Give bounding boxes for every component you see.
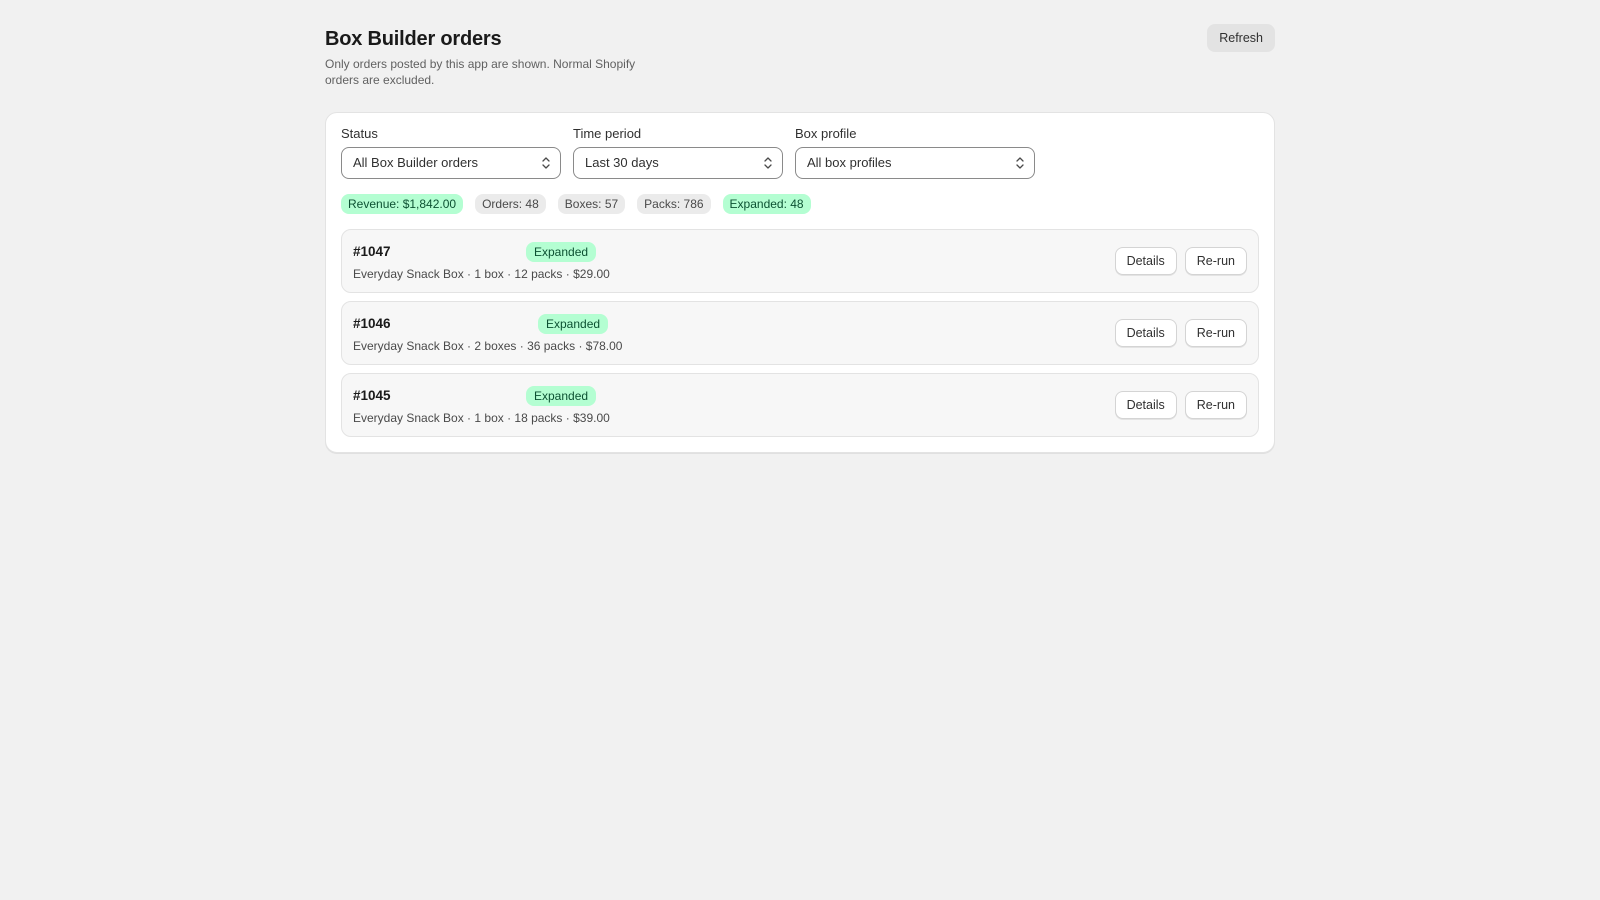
order-row: #1045 Expanded Everyday Snack Box · 1 bo…	[341, 373, 1259, 437]
box-profile-select-value: All box profiles	[807, 155, 892, 170]
order-row: #1047 Expanded Everyday Snack Box · 1 bo…	[341, 229, 1259, 293]
page-title: Box Builder orders	[325, 28, 502, 50]
order-summary: Everyday Snack Box · 2 boxes · 36 packs …	[353, 339, 623, 353]
order-number: #1045	[353, 388, 391, 403]
packs-count-chip: Packs: 786	[637, 194, 711, 214]
order-summary: Everyday Snack Box · 1 box · 12 packs · …	[353, 267, 610, 281]
page-header: Box Builder orders Only orders posted by…	[325, 22, 1275, 88]
boxes-count-chip: Boxes: 57	[557, 194, 626, 214]
order-actions: Details Re-run	[1114, 391, 1247, 419]
details-button[interactable]: Details	[1114, 247, 1177, 275]
expanded-count-chip: Expanded: 48	[722, 194, 811, 214]
order-actions: Details Re-run	[1114, 319, 1247, 347]
status-select-value: All Box Builder orders	[353, 155, 478, 170]
order-number: #1047	[353, 244, 391, 259]
rerun-button[interactable]: Re-run	[1184, 247, 1247, 275]
order-actions: Details Re-run	[1114, 247, 1247, 275]
time-period-filter: Time period Last 30 days	[573, 127, 783, 179]
orders-card: Status All Box Builder orders Time perio…	[325, 112, 1275, 453]
order-status-badge: Expanded	[526, 242, 597, 262]
select-chevron-icon	[542, 157, 550, 169]
rerun-button[interactable]: Re-run	[1184, 391, 1247, 419]
orders-count-chip: Orders: 48	[475, 194, 546, 214]
page-subtitle: Only orders posted by this app are shown…	[325, 57, 636, 87]
order-status-badge: Expanded	[538, 314, 609, 334]
box-profile-filter-label: Box profile	[795, 126, 857, 141]
status-filter: Status All Box Builder orders	[341, 127, 561, 179]
revenue-chip: Revenue: $1,842.00	[341, 194, 464, 214]
select-chevron-icon	[764, 157, 772, 169]
time-period-filter-label: Time period	[573, 126, 642, 141]
order-status-badge: Expanded	[526, 386, 597, 406]
summary-stats: Revenue: $1,842.00 Orders: 48 Boxes: 57 …	[341, 194, 1259, 214]
filters: Status All Box Builder orders Time perio…	[341, 127, 1259, 179]
box-profile-filter: Box profile All box profiles	[795, 127, 1035, 179]
status-select[interactable]: All Box Builder orders	[341, 147, 561, 179]
status-filter-label: Status	[341, 126, 378, 141]
time-period-select[interactable]: Last 30 days	[573, 147, 783, 179]
order-summary: Everyday Snack Box · 1 box · 18 packs · …	[353, 411, 610, 425]
select-chevron-icon	[1016, 157, 1024, 169]
order-row: #1046 Expanded Everyday Snack Box · 2 bo…	[341, 301, 1259, 365]
page: Box Builder orders Only orders posted by…	[325, 22, 1275, 453]
time-period-select-value: Last 30 days	[585, 155, 659, 170]
box-profile-select[interactable]: All box profiles	[795, 147, 1035, 179]
order-number: #1046	[353, 316, 391, 331]
refresh-button[interactable]: Refresh	[1207, 24, 1275, 52]
order-list: #1047 Expanded Everyday Snack Box · 1 bo…	[341, 229, 1259, 437]
details-button[interactable]: Details	[1114, 319, 1177, 347]
rerun-button[interactable]: Re-run	[1184, 319, 1247, 347]
details-button[interactable]: Details	[1114, 391, 1177, 419]
